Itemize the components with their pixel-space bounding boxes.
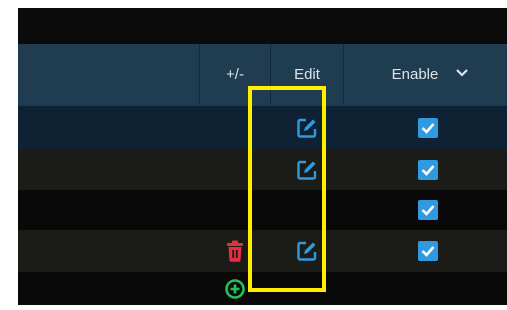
enable-checkbox[interactable]	[398, 150, 458, 190]
plus-minus-label: +/-	[226, 65, 244, 83]
enable-column-label: Enable	[391, 65, 439, 83]
edit-icon[interactable]	[271, 150, 343, 190]
table-row	[18, 272, 507, 305]
screen: +/- Edit Enable	[18, 8, 507, 305]
enable-checkbox[interactable]	[398, 106, 458, 150]
enable-checkbox[interactable]	[398, 190, 458, 230]
checkbox-checked[interactable]	[418, 118, 438, 138]
checkbox-checked[interactable]	[418, 200, 438, 220]
checkbox-checked[interactable]	[418, 241, 438, 261]
edit-icon[interactable]	[271, 106, 343, 150]
table-row	[18, 190, 507, 230]
checkbox-checked[interactable]	[418, 160, 438, 180]
trash-icon[interactable]	[200, 230, 270, 272]
header-plus-minus: +/-	[200, 44, 270, 104]
top-bar	[18, 8, 507, 44]
edit-icon[interactable]	[271, 230, 343, 272]
table-header: +/- Edit Enable	[18, 44, 507, 104]
table-row	[18, 104, 507, 152]
table-row	[18, 230, 507, 272]
enable-checkbox[interactable]	[398, 230, 458, 272]
enable-column-header[interactable]: Enable	[344, 44, 507, 104]
table-row	[18, 150, 507, 190]
header-edit: Edit	[271, 44, 343, 104]
edit-column-label: Edit	[294, 65, 320, 83]
chevron-down-icon[interactable]	[456, 68, 469, 80]
plus-circle-icon[interactable]	[200, 272, 270, 305]
